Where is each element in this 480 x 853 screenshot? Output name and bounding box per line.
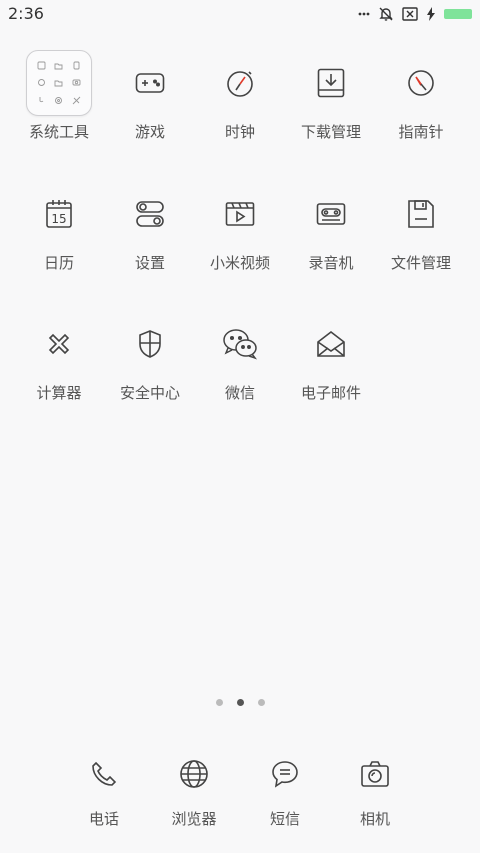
mute-bell-icon bbox=[378, 6, 394, 22]
folder-icon bbox=[26, 50, 92, 116]
app-compass[interactable]: 指南针 bbox=[373, 49, 469, 142]
app-clock[interactable]: 时钟 bbox=[192, 49, 288, 142]
app-settings[interactable]: 设置 bbox=[102, 180, 198, 273]
app-label: 计算器 bbox=[36, 384, 82, 402]
app-recorder[interactable]: 录音机 bbox=[283, 180, 379, 273]
app-label: 浏览器 bbox=[171, 810, 217, 828]
app-email[interactable]: 电子邮件 bbox=[283, 310, 379, 403]
app-label: 电子邮件 bbox=[300, 384, 361, 402]
page-dot[interactable] bbox=[215, 699, 223, 706]
settings-toggle-icon bbox=[136, 201, 164, 227]
app-label: 游戏 bbox=[134, 123, 165, 141]
app-label: 时钟 bbox=[224, 123, 255, 141]
app-label: 电话 bbox=[88, 810, 119, 828]
message-icon bbox=[272, 761, 298, 788]
status-icons bbox=[358, 6, 472, 22]
more-dots-icon bbox=[358, 8, 370, 20]
file-manager-icon bbox=[408, 200, 434, 228]
page-dot-active[interactable] bbox=[236, 699, 244, 706]
app-label: 系统工具 bbox=[28, 123, 89, 141]
app-games[interactable]: 游戏 bbox=[102, 49, 198, 142]
app-system-tools-folder[interactable]: 系统工具 bbox=[11, 49, 107, 142]
dock-phone[interactable]: 电话 bbox=[56, 744, 152, 829]
app-label: 指南针 bbox=[398, 123, 444, 141]
globe-icon bbox=[180, 760, 208, 788]
dock-browser[interactable]: 浏览器 bbox=[146, 744, 242, 829]
calendar-icon: 15 bbox=[46, 200, 72, 228]
app-label: 小米视频 bbox=[209, 254, 270, 272]
app-file-manager[interactable]: 文件管理 bbox=[373, 180, 469, 273]
video-icon bbox=[225, 202, 255, 226]
status-bar: 2:36 bbox=[0, 0, 480, 28]
recorder-icon bbox=[316, 203, 346, 225]
calendar-date: 15 bbox=[51, 212, 66, 226]
calculator-icon bbox=[48, 333, 70, 355]
compass-icon bbox=[408, 70, 434, 96]
app-label: 短信 bbox=[269, 810, 300, 828]
battery-icon bbox=[444, 9, 472, 19]
app-label: 设置 bbox=[134, 254, 165, 272]
dock-camera[interactable]: 相机 bbox=[327, 744, 423, 829]
app-security-center[interactable]: 安全中心 bbox=[102, 310, 198, 403]
phone-icon bbox=[92, 761, 117, 786]
app-label: 相机 bbox=[359, 810, 390, 828]
app-label: 安全中心 bbox=[119, 384, 180, 402]
app-downloads[interactable]: 下载管理 bbox=[283, 49, 379, 142]
page-indicator[interactable] bbox=[0, 699, 480, 706]
app-label: 日历 bbox=[43, 254, 74, 272]
app-label: 微信 bbox=[224, 384, 255, 402]
app-label: 文件管理 bbox=[390, 254, 451, 272]
dock-messages[interactable]: 短信 bbox=[237, 744, 333, 829]
app-calendar[interactable]: 15 日历 bbox=[11, 180, 107, 273]
page-dot[interactable] bbox=[257, 699, 265, 706]
status-time: 2:36 bbox=[8, 4, 44, 23]
app-mi-video[interactable]: 小米视频 bbox=[192, 180, 288, 273]
gamepad-icon bbox=[135, 73, 165, 93]
wechat-icon bbox=[223, 329, 258, 360]
app-label: 下载管理 bbox=[300, 123, 361, 141]
clock-icon bbox=[227, 71, 253, 97]
charging-bolt-icon bbox=[426, 7, 436, 21]
app-wechat[interactable]: 微信 bbox=[192, 310, 288, 403]
camera-icon bbox=[361, 761, 389, 787]
app-label: 录音机 bbox=[308, 254, 354, 272]
email-icon bbox=[317, 330, 345, 357]
sim-off-icon bbox=[402, 7, 418, 21]
download-icon bbox=[317, 68, 345, 98]
shield-icon bbox=[139, 330, 161, 358]
app-calculator[interactable]: 计算器 bbox=[11, 310, 107, 403]
